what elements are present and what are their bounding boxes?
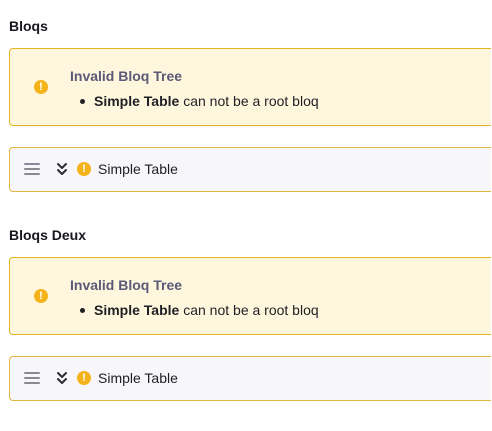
invalid-tree-alert: ! Invalid Bloq Tree Simple Table can not… [9, 257, 491, 335]
error-message: can not be a root bloq [179, 302, 319, 318]
alert-error-item: Simple Table can not be a root bloq [80, 302, 319, 318]
warning-icon: ! [77, 371, 91, 385]
warning-icon: ! [77, 162, 91, 176]
bloq-name: Simple Table [98, 370, 178, 386]
warning-icon: ! [34, 289, 48, 303]
bloq-row[interactable]: ! Simple Table [9, 356, 491, 401]
double-chevron-down-icon[interactable] [56, 370, 68, 386]
error-bloq-name: Simple Table [94, 93, 180, 109]
error-message: can not be a root bloq [179, 93, 319, 109]
bloq-name: Simple Table [98, 161, 178, 177]
section-title: Bloqs [9, 18, 48, 34]
drag-handle-icon[interactable] [24, 372, 40, 384]
error-bloq-name: Simple Table [94, 302, 180, 318]
double-chevron-down-icon[interactable] [56, 161, 68, 177]
section-title: Bloqs Deux [9, 227, 87, 243]
bloq-row[interactable]: ! Simple Table [9, 147, 491, 192]
drag-handle-icon[interactable] [24, 163, 40, 175]
invalid-tree-alert: ! Invalid Bloq Tree Simple Table can not… [9, 48, 491, 126]
alert-error-item: Simple Table can not be a root bloq [80, 93, 319, 109]
alert-title: Invalid Bloq Tree [70, 277, 183, 293]
alert-title: Invalid Bloq Tree [70, 68, 183, 84]
warning-icon: ! [34, 80, 48, 94]
